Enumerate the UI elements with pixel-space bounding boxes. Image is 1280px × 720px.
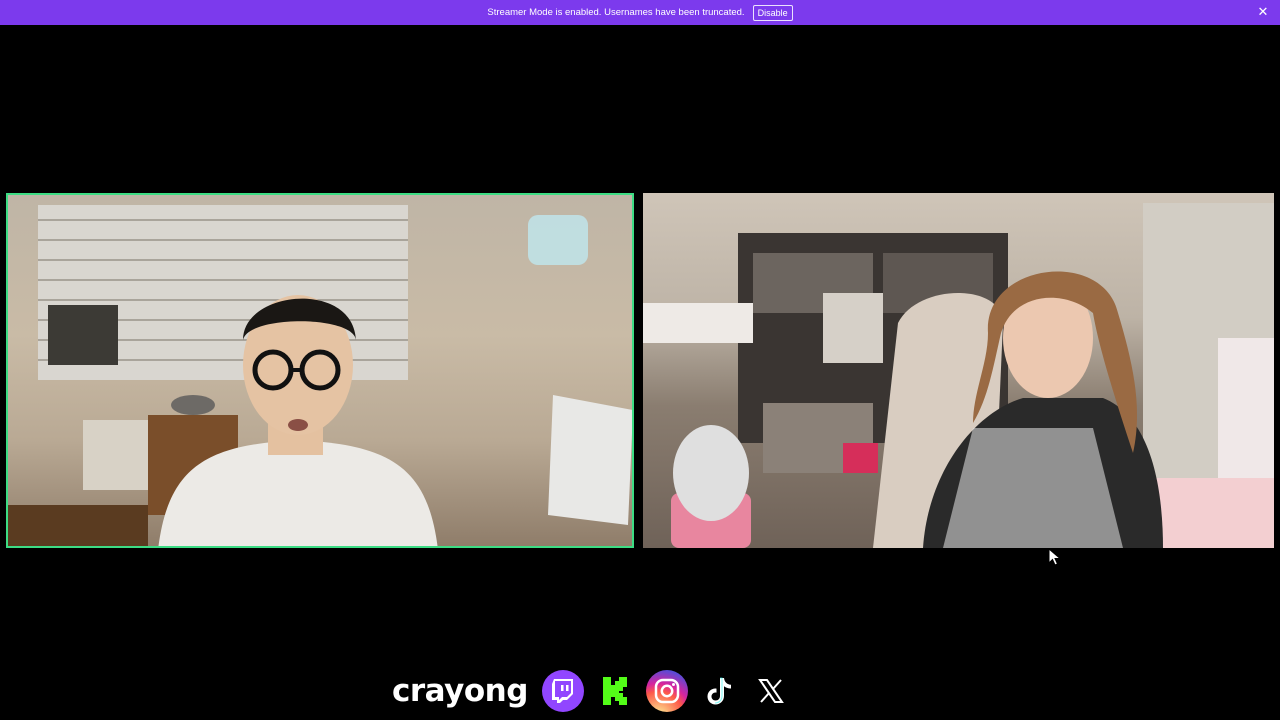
tiktok-icon xyxy=(698,670,740,712)
streamer-mode-banner: Streamer Mode is enabled. Usernames have… xyxy=(0,0,1280,25)
disable-streamer-mode-button[interactable]: Disable xyxy=(752,4,793,21)
brand-name: crayong xyxy=(392,673,528,709)
instagram-icon xyxy=(645,670,688,712)
twitch-icon xyxy=(541,670,584,712)
kick-icon xyxy=(594,670,636,712)
close-icon[interactable]: ✕ xyxy=(1256,5,1270,19)
participant-video-right xyxy=(643,203,1274,548)
x-icon xyxy=(750,670,792,712)
video-tile-right[interactable] xyxy=(643,193,1274,548)
streamer-mode-message: Streamer Mode is enabled. Usernames have… xyxy=(487,7,745,18)
mouse-cursor-icon xyxy=(1048,548,1062,566)
social-overlay: crayong xyxy=(392,668,792,714)
video-tile-left[interactable] xyxy=(6,193,634,548)
participant-video-left xyxy=(8,205,632,546)
